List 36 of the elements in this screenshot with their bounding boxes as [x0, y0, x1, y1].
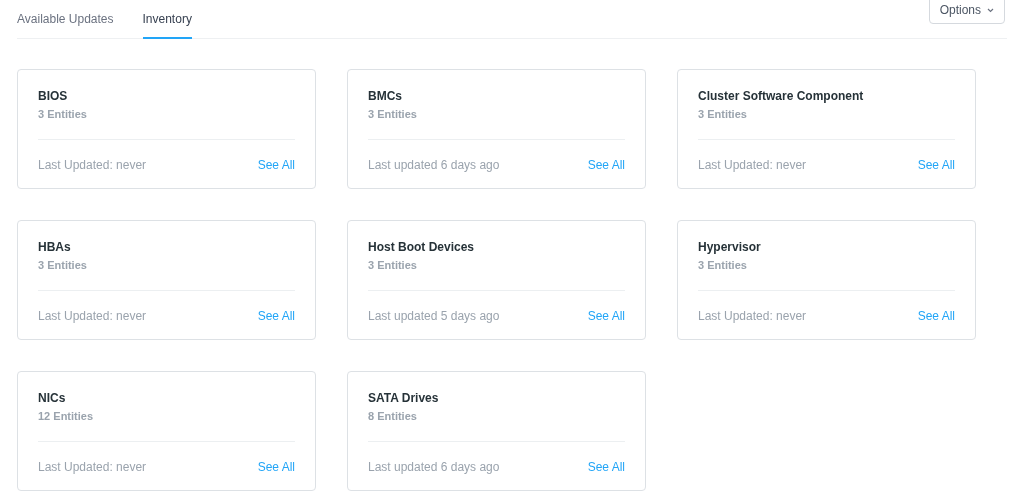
entity-count: 3 Entities [38, 107, 88, 122]
last-updated-text: Last updated 6 days ago [368, 157, 500, 174]
see-all-link[interactable]: See All [587, 156, 625, 174]
last-updated-text: Last updated 6 days ago [368, 459, 500, 476]
see-all-link[interactable]: See All [917, 307, 955, 325]
entity-count: 3 Entities [368, 258, 418, 273]
card-title: SATA Drives [368, 390, 440, 406]
card-title: NICs [38, 390, 67, 406]
see-all-link[interactable]: See All [257, 307, 295, 325]
last-updated-text: Last Updated: never [38, 459, 147, 476]
card-title: BIOS [38, 88, 69, 104]
entity-count: 3 Entities [368, 107, 418, 122]
last-updated-text: Last Updated: never [698, 308, 807, 325]
card-title: Cluster Software Component [698, 88, 865, 104]
card-title: Host Boot Devices [368, 239, 476, 255]
see-all-link[interactable]: See All [587, 458, 625, 476]
entity-count: 12 Entities [38, 409, 95, 424]
last-updated-text: Last Updated: never [38, 157, 147, 174]
see-all-link[interactable]: See All [257, 458, 295, 476]
options-button[interactable]: Options [928, 0, 1005, 24]
entity-count: 3 Entities [698, 107, 748, 122]
card-title: HBAs [38, 239, 72, 255]
last-updated-text: Last Updated: never [698, 157, 807, 174]
see-all-link[interactable]: See All [917, 156, 955, 174]
tab[interactable]: Available Updates [17, 10, 114, 39]
card-title: BMCs [368, 88, 403, 104]
entity-count: 3 Entities [38, 258, 88, 273]
tab[interactable]: Inventory [142, 10, 192, 39]
card-title: Hypervisor [698, 239, 762, 255]
entity-count: 8 Entities [368, 409, 418, 424]
see-all-link[interactable]: See All [587, 307, 625, 325]
chevron-down-icon [987, 7, 994, 13]
entity-count: 3 Entities [698, 258, 748, 273]
last-updated-text: Last Updated: never [38, 308, 147, 325]
see-all-link[interactable]: See All [257, 156, 295, 174]
last-updated-text: Last updated 5 days ago [368, 308, 500, 325]
